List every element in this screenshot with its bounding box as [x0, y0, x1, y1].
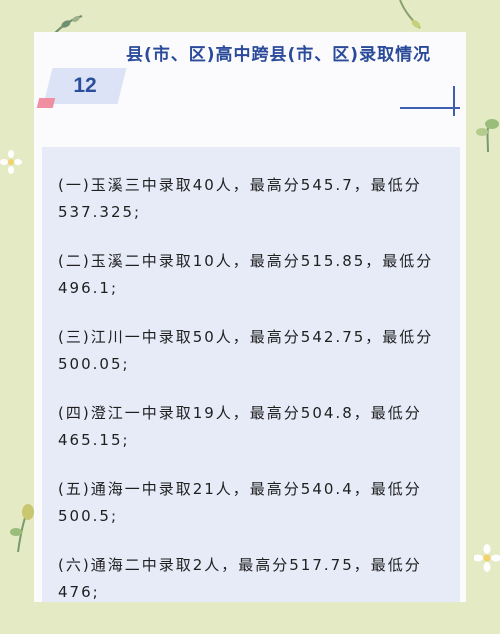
list-item: (五)通海一中录取21人，最高分540.4，最低分500.5;	[58, 480, 422, 525]
list-item: (三)江川一中录取50人，最高分542.75，最低分500.05;	[58, 328, 434, 373]
daisy-left-icon	[0, 150, 22, 174]
badge-accent	[36, 98, 56, 108]
sprig-top-right-icon	[399, 0, 421, 29]
admission-list: (一)玉溪三中录取40人，最高分545.7，最低分537.325; (二)玉溪二…	[42, 147, 460, 602]
list-item: (二)玉溪二中录取10人，最高分515.85，最低分496.1;	[58, 252, 434, 297]
content-card: 12 县(市、区)高中跨县(市、区)录取情况 (一)玉溪三中录取40人，最高分5…	[34, 32, 466, 602]
corner-line-decoration	[400, 86, 460, 116]
list-item: (四)澄江一中录取19人，最高分504.8，最低分465.15;	[58, 404, 422, 449]
list-item: (六)通海二中录取2人，最高分517.75，最低分476;	[58, 556, 422, 601]
section-title: 县(市、区)高中跨县(市、区)录取情况	[126, 45, 432, 65]
daisy-right-icon	[474, 544, 500, 572]
list-item: (一)玉溪三中录取40人，最高分545.7，最低分537.325;	[58, 176, 422, 221]
leaf-bottom-left-icon	[10, 504, 34, 552]
section-number: 12	[73, 74, 97, 97]
section-header: 12 县(市、区)高中跨县(市、区)录取情况	[34, 32, 466, 150]
leaf-right-icon	[476, 119, 499, 152]
section-number-badge: 12	[36, 68, 127, 108]
